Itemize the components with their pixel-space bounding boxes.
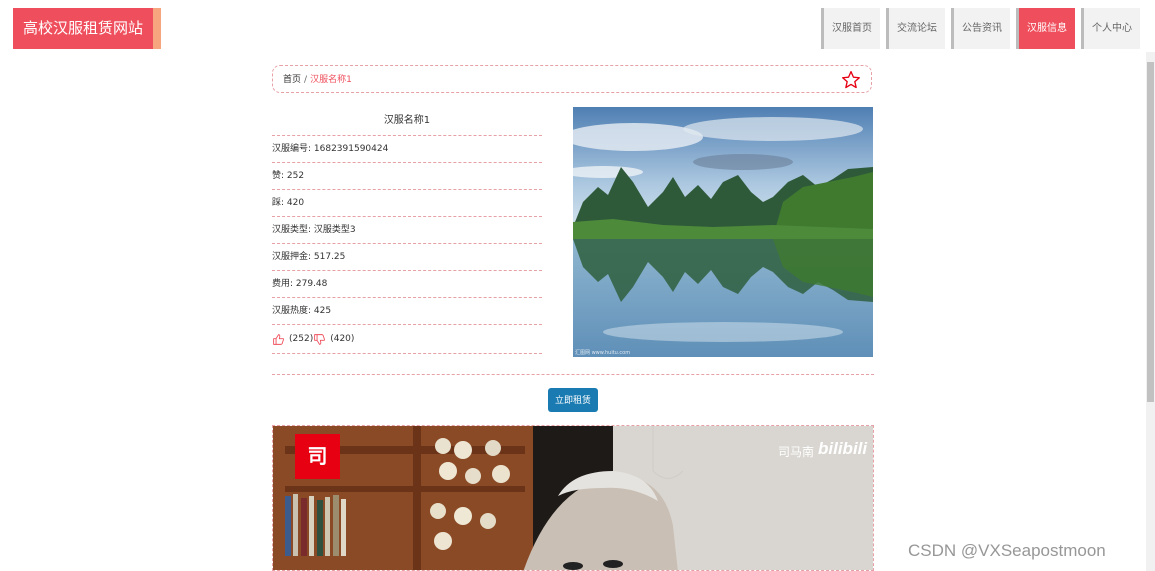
section-divider	[272, 374, 874, 375]
like-count: (252)	[289, 334, 314, 344]
detail-row-dislikes: 踩: 420	[272, 190, 542, 217]
platform-logo: bilibili	[818, 439, 868, 458]
dislike-count: (420)	[330, 334, 355, 344]
vote-row: (252) (420)	[272, 325, 542, 354]
detail-title: 汉服名称1	[272, 107, 542, 136]
thumb-down-icon[interactable]	[313, 333, 326, 346]
nav-item-hanfu-info[interactable]: 汉服信息	[1016, 8, 1075, 49]
detail-row-likes: 赞: 252	[272, 163, 542, 190]
video-player[interactable]: 司 司马南 bilibili	[272, 425, 874, 571]
star-icon[interactable]	[841, 70, 861, 90]
nav-item-forum[interactable]: 交流论坛	[886, 8, 945, 49]
nav-item-profile[interactable]: 个人中心	[1081, 8, 1140, 49]
thumb-up-icon[interactable]	[272, 333, 285, 346]
watermark: CSDN @VXSeapostmoon	[908, 541, 1106, 560]
nav-item-news[interactable]: 公告资讯	[951, 8, 1010, 49]
breadcrumb-home[interactable]: 首页	[283, 75, 301, 85]
hanfu-photo: 汇图网 www.huitu.com	[573, 107, 873, 357]
landscape-image	[573, 107, 873, 357]
detail-list: 汉服名称1 汉服编号: 1682391590424 赞: 252 踩: 420 …	[272, 107, 542, 354]
main-nav: 汉服首页 交流论坛 公告资讯 汉服信息 个人中心	[821, 8, 1140, 49]
breadcrumb: 首页 / 汉服名称1	[272, 65, 872, 93]
breadcrumb-current: 汉服名称1	[310, 75, 352, 85]
site-title[interactable]: 高校汉服租赁网站	[13, 8, 153, 49]
uploader-name: 司马南	[778, 445, 815, 459]
detail-row-deposit: 汉服押金: 517.25	[272, 244, 542, 271]
detail-row-fee: 费用: 279.48	[272, 271, 542, 298]
detail-row-id: 汉服编号: 1682391590424	[272, 136, 542, 163]
detail-row-type: 汉服类型: 汉服类型3	[272, 217, 542, 244]
nav-item-home[interactable]: 汉服首页	[821, 8, 880, 49]
rent-now-button[interactable]: 立即租赁	[548, 388, 598, 412]
uploader-logo: 司	[307, 444, 328, 468]
breadcrumb-separator: /	[304, 75, 308, 85]
detail-row-popularity: 汉服热度: 425	[272, 298, 542, 325]
site-title-accent	[153, 8, 161, 49]
photo-caption: 汇图网 www.huitu.com	[575, 350, 631, 356]
scrollbar-thumb[interactable]	[1147, 62, 1154, 402]
